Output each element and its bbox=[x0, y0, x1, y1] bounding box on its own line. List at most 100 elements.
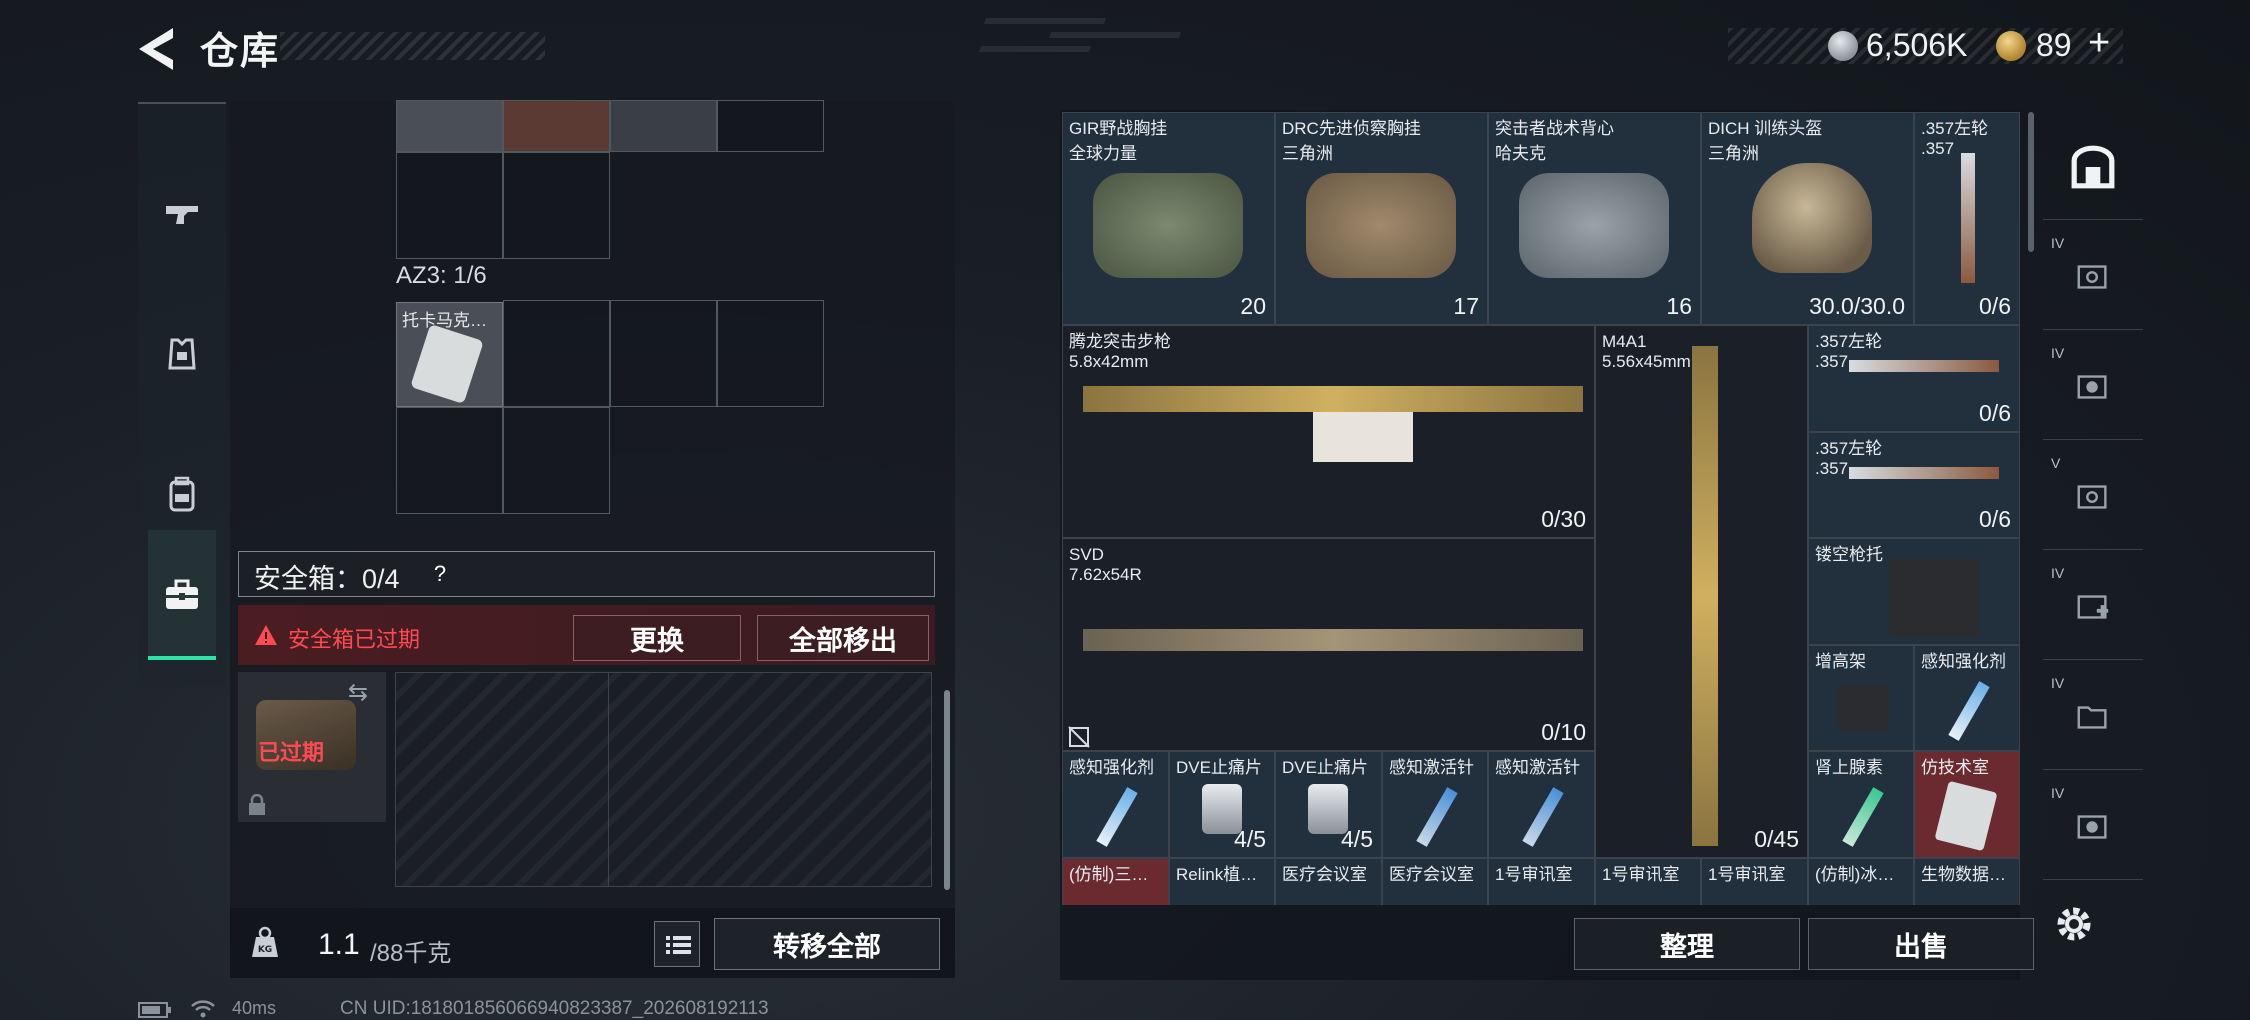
sell-button[interactable]: 出售 bbox=[1808, 918, 2034, 970]
storage-item-gir-vest[interactable]: GIR野战胸挂 全球力量 20 bbox=[1062, 112, 1275, 325]
add-gold-button[interactable]: + bbox=[2088, 22, 2110, 65]
battery-icon bbox=[138, 1002, 171, 1018]
help-button[interactable]: ? bbox=[424, 558, 456, 590]
storage-item-hollow-stock[interactable]: 镂空枪托 bbox=[1808, 538, 2020, 645]
item-ammo: 0/6 bbox=[1979, 506, 2011, 532]
list-view-button[interactable] bbox=[654, 921, 700, 967]
storage-item-key[interactable]: 医疗会议室 bbox=[1275, 858, 1382, 905]
swap-arrows-icon: ⇆ bbox=[348, 679, 369, 706]
item-name: 医疗会议室 bbox=[1282, 865, 1367, 884]
storage-tab-expansion-3[interactable]: V bbox=[2043, 445, 2143, 550]
storage-item-key[interactable]: (仿制)三… bbox=[1062, 858, 1169, 905]
backpack-icon bbox=[169, 476, 195, 512]
nav-item-armor[interactable] bbox=[138, 284, 226, 424]
storage-item-dve-painkiller[interactable]: DVE止痛片 4/5 bbox=[1169, 751, 1275, 858]
inventory-cell[interactable] bbox=[610, 100, 717, 152]
back-arrow-icon bbox=[139, 28, 173, 70]
item-subtitle: 7.62x54R bbox=[1069, 565, 1142, 584]
inventory-cell[interactable] bbox=[503, 407, 610, 514]
back-button[interactable] bbox=[135, 24, 185, 74]
rifle-magazine bbox=[1313, 412, 1413, 462]
storage-item-key[interactable]: 1号审讯室 bbox=[1595, 858, 1701, 905]
item-name: 1号审讯室 bbox=[1708, 865, 1786, 884]
item-name: 腾龙突击步枪 bbox=[1069, 332, 1171, 351]
storage-item-perception-booster[interactable]: 感知强化剂 bbox=[1914, 645, 2020, 751]
injector-image bbox=[1522, 787, 1564, 847]
inventory-cell[interactable] bbox=[396, 152, 503, 259]
storage-item-key[interactable]: (仿制)冰… bbox=[1808, 858, 1914, 905]
nav-item-weapons[interactable] bbox=[138, 144, 226, 284]
silver-coin-icon bbox=[1828, 31, 1858, 61]
storage-item-dve-painkiller[interactable]: DVE止痛片 4/5 bbox=[1275, 751, 1382, 858]
storage-item-tenglong-rifle[interactable]: 腾龙突击步枪 5.8x42mm 0/30 bbox=[1062, 325, 1595, 538]
transfer-all-button[interactable]: 转移全部 bbox=[714, 918, 940, 970]
storage-tab-expansion-2[interactable]: IV bbox=[2043, 335, 2143, 440]
storage-item-perception-activator[interactable]: 感知激活针 bbox=[1382, 751, 1488, 858]
storage-tab-expansion-5[interactable]: IV bbox=[2043, 665, 2143, 770]
storage-tab-expansion-6[interactable]: IV bbox=[2043, 775, 2143, 880]
gear-box-icon bbox=[2077, 815, 2107, 839]
storage-item-drc-vest[interactable]: DRC先进侦察胸挂 三角洲 17 bbox=[1275, 112, 1488, 325]
item-name: 突击者战术背心 bbox=[1495, 119, 1614, 138]
item-name: 感知激活针 bbox=[1495, 758, 1580, 777]
safebox-grid[interactable] bbox=[395, 672, 932, 887]
storage-item-tech-room-key[interactable]: 仿技术室 bbox=[1914, 751, 2020, 858]
storage-tab-expansion-4[interactable]: IV bbox=[2043, 555, 2143, 660]
inventory-cell[interactable] bbox=[503, 152, 610, 259]
storage-item-key[interactable]: 生物数据… bbox=[1914, 858, 2020, 905]
item-ammo: 0/10 bbox=[1541, 719, 1586, 745]
sort-button[interactable]: 整理 bbox=[1574, 918, 1800, 970]
storage-tab-all[interactable] bbox=[2043, 115, 2143, 220]
item-name: 感知强化剂 bbox=[1921, 652, 2006, 671]
item-name: 医疗会议室 bbox=[1389, 865, 1474, 884]
storage-item-dich-helmet[interactable]: DICH 训练头盔 三角洲 30.0/30.0 bbox=[1701, 112, 1914, 325]
no-insurance-icon bbox=[1068, 726, 1090, 748]
storage-item-key[interactable]: 医疗会议室 bbox=[1382, 858, 1488, 905]
remove-all-button[interactable]: 全部移出 bbox=[757, 615, 929, 661]
inventory-cell[interactable] bbox=[396, 100, 503, 152]
storage-item-m4a1[interactable]: M4A1 5.56x45mm 0/45 bbox=[1595, 325, 1808, 858]
inventory-cell[interactable] bbox=[717, 300, 824, 407]
item-durability: 30.0/30.0 bbox=[1809, 293, 1905, 319]
item-name: DRC先进侦察胸挂 bbox=[1282, 119, 1421, 138]
item-subtitle: 5.8x42mm bbox=[1069, 352, 1149, 371]
inventory-cell[interactable] bbox=[717, 100, 824, 152]
item-name: 镂空枪托 bbox=[1815, 545, 1883, 564]
swap-button[interactable]: 更换 bbox=[573, 615, 741, 661]
level-label: IV bbox=[2051, 345, 2065, 361]
svg-text:KG: KG bbox=[258, 945, 272, 955]
storage-item-revolver[interactable]: .357左轮 .357 0/6 bbox=[1914, 112, 2020, 325]
riser-image bbox=[1837, 686, 1889, 730]
storage-item-revolver[interactable]: .357左轮 .357 0/6 bbox=[1808, 432, 2020, 538]
nav-item-safebox[interactable] bbox=[148, 530, 216, 660]
storage-item-key[interactable]: 1号审讯室 bbox=[1488, 858, 1595, 905]
storage-item-perception-activator[interactable]: 感知激活针 bbox=[1488, 751, 1595, 858]
storage-item-key[interactable]: Relink植… bbox=[1169, 858, 1275, 905]
item-name: .357左轮 bbox=[1921, 119, 1989, 138]
inventory-cell[interactable] bbox=[610, 300, 717, 407]
vest-image bbox=[1519, 173, 1669, 278]
inventory-cell[interactable] bbox=[503, 300, 610, 407]
item-name: DVE止痛片 bbox=[1176, 758, 1262, 777]
inventory-cell[interactable] bbox=[503, 100, 610, 152]
toolbox-icon bbox=[166, 579, 198, 609]
expired-notice: 安全箱已过期 bbox=[288, 627, 421, 652]
storage-item-adrenaline[interactable]: 肾上腺素 bbox=[1808, 751, 1914, 858]
item-ammo: 0/6 bbox=[1979, 293, 2011, 319]
storage-item-assault-vest[interactable]: 突击者战术背心 哈夫克 16 bbox=[1488, 112, 1701, 325]
storage-item-riser[interactable]: 增高架 bbox=[1808, 645, 1914, 751]
gold-coin-icon bbox=[1996, 31, 2026, 61]
storage-item-revolver[interactable]: .357左轮 .357 0/6 bbox=[1808, 325, 2020, 432]
storage-item-key[interactable]: 1号审讯室 bbox=[1701, 858, 1808, 905]
storage-scrollbar[interactable] bbox=[2028, 112, 2034, 252]
rifle-image bbox=[1083, 386, 1583, 412]
settings-gear-icon[interactable] bbox=[2052, 902, 2096, 946]
storage-item-perception-booster[interactable]: 感知强化剂 bbox=[1062, 751, 1169, 858]
inventory-cell[interactable] bbox=[396, 407, 503, 514]
item-image bbox=[410, 323, 484, 405]
storage-tab-expansion-1[interactable]: IV bbox=[2043, 225, 2143, 330]
scrollbar[interactable] bbox=[944, 690, 950, 890]
injector-image bbox=[1842, 787, 1884, 847]
storage-item-svd[interactable]: SVD 7.62x54R 0/10 bbox=[1062, 538, 1595, 751]
item-subtitle: 三角洲 bbox=[1708, 144, 1759, 163]
